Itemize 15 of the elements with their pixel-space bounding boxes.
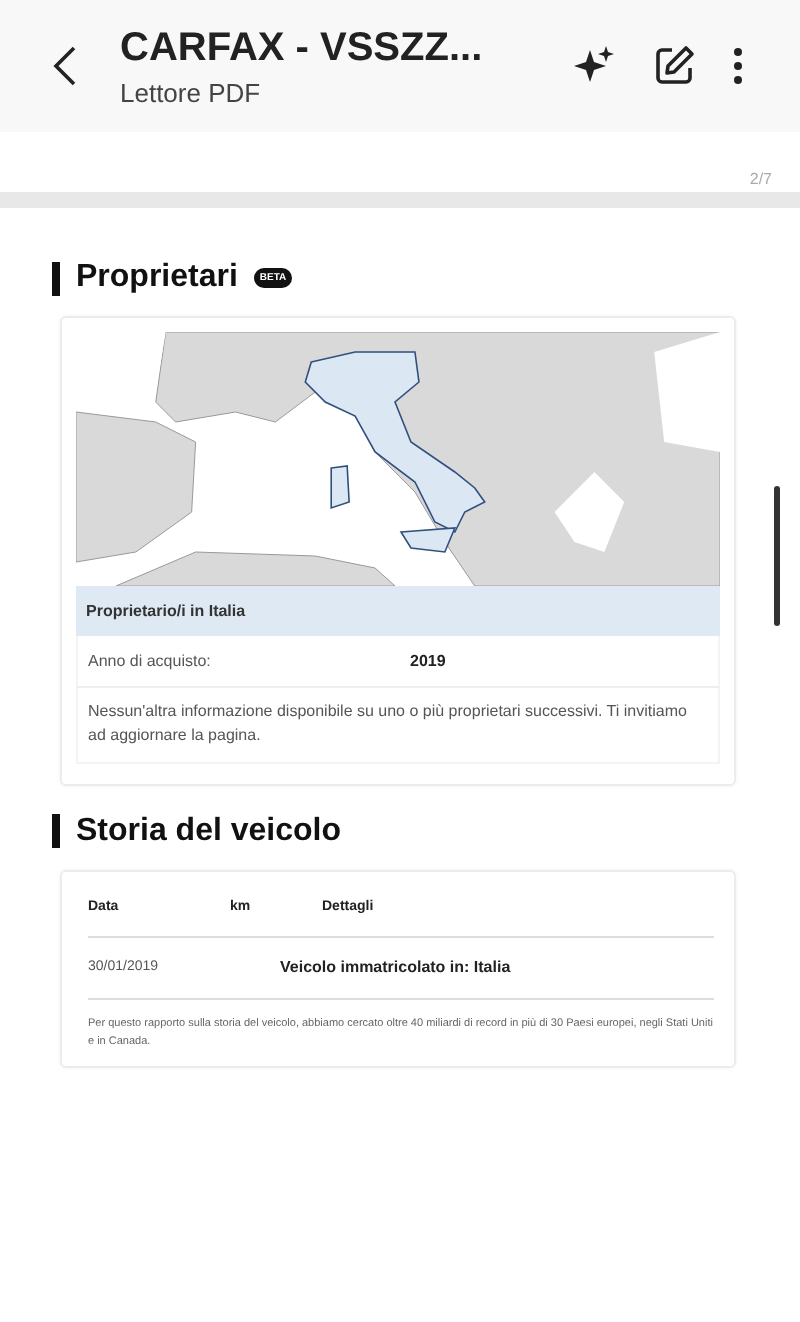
- section-marker: [52, 814, 60, 849]
- section-title: Storia del veicolo: [76, 813, 341, 850]
- scrollbar[interactable]: [774, 486, 780, 626]
- region-header: Proprietario/i in Italia: [76, 586, 720, 636]
- section-marker: [52, 261, 60, 295]
- table-cell: Veicolo immatricolato in: Italia: [230, 937, 714, 1000]
- document-title: CARFAX - VSSZZ...: [120, 25, 485, 71]
- edit-icon[interactable]: [652, 44, 696, 88]
- more-icon[interactable]: [732, 46, 744, 86]
- info-note: Nessun'altra informazione disponibile su uno o più proprietari successivi. Ti invitiamo ad aggiornare la pagina.: [76, 688, 720, 764]
- section-title: Proprietari: [76, 260, 238, 296]
- field-label: Anno di acquisto:: [88, 652, 213, 670]
- app-subtitle: Lettore PDF: [120, 77, 263, 107]
- page-indicator: 2/7: [749, 170, 772, 188]
- field-value: 2019: [410, 652, 446, 670]
